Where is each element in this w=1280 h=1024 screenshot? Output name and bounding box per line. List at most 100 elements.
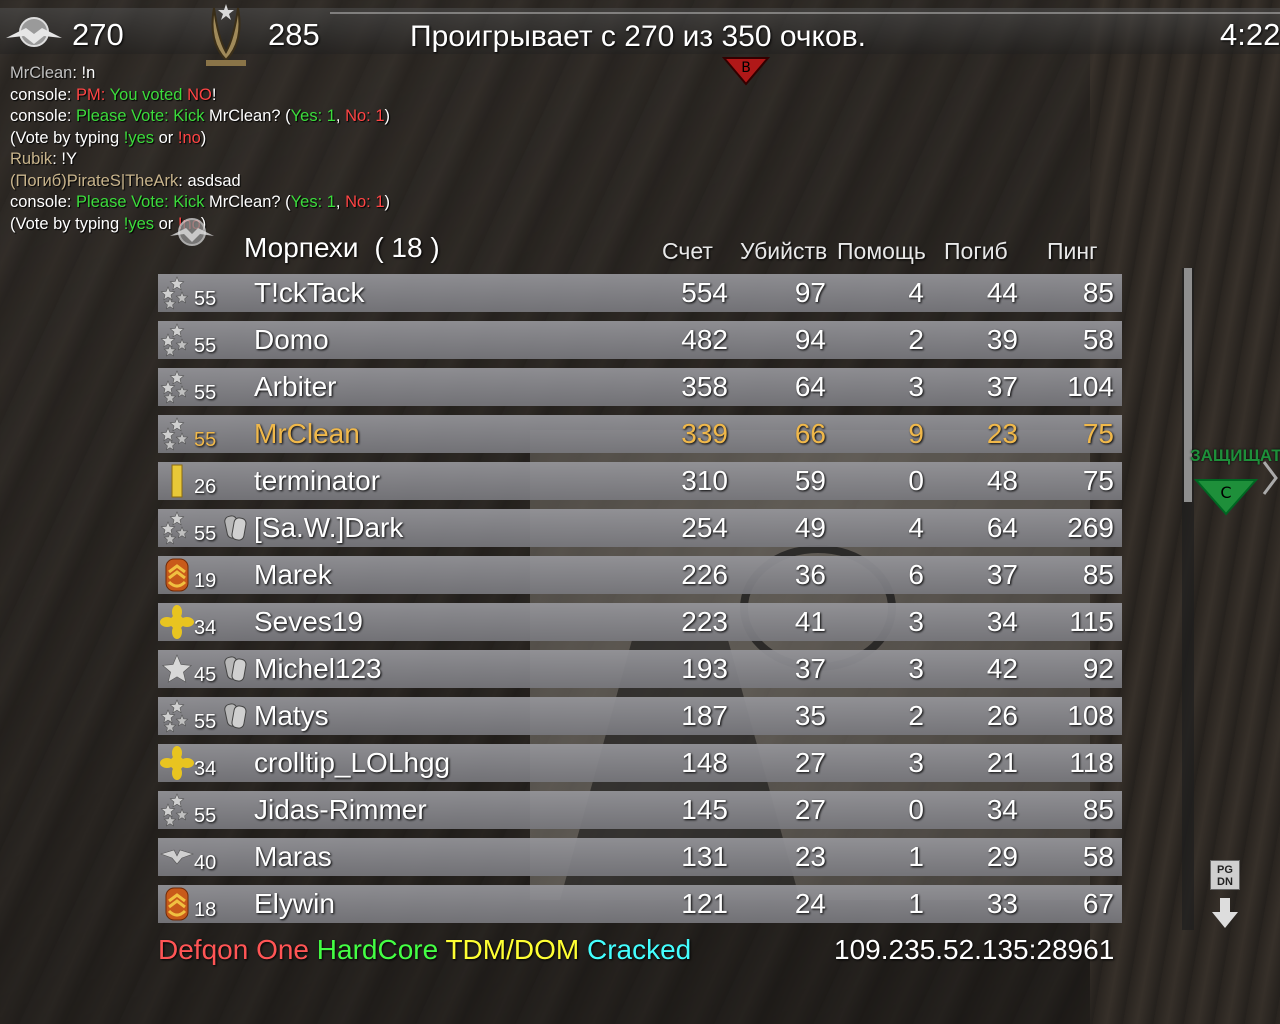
- player-deaths: 42: [986, 653, 1018, 684]
- chat-text: !yes: [123, 214, 155, 233]
- player-score: 193: [681, 653, 728, 684]
- match-status-message: Проигрывает с 270 из 350 очков.: [410, 20, 866, 53]
- player-kills: 94: [794, 324, 826, 355]
- defend-label: ЗАЩИЩАТЬ: [1190, 446, 1280, 465]
- player-kills: 66: [794, 418, 826, 449]
- player-row[interactable]: 55 Domo 482 94 2 39 58: [158, 321, 1122, 359]
- top-score-bar: 270 285 B Проигрывает с 270 из 350 очков…: [0, 0, 1280, 86]
- svg-text:B: B: [741, 60, 751, 76]
- player-score: 121: [681, 888, 728, 919]
- player-deaths: 64: [986, 512, 1018, 543]
- player-ping: 104: [1067, 371, 1114, 402]
- player-kills: 49: [794, 512, 826, 543]
- player-assists: 3: [908, 371, 924, 402]
- player-kills: 59: [794, 465, 826, 496]
- player-ping: 108: [1067, 700, 1114, 731]
- player-row[interactable]: 34 Seves19 223 41 3 34 115: [158, 603, 1122, 641]
- chat-line: Rubik: !Y: [10, 149, 390, 171]
- stars-icon: [160, 370, 189, 404]
- marines-emblem-icon: [170, 218, 214, 246]
- stars-icon: [160, 323, 189, 357]
- server-name-part: Defqon One: [158, 934, 317, 965]
- chat-text: : !Y: [52, 150, 77, 168]
- column-header-assists: Помощь: [837, 238, 926, 264]
- match-timer: 4:22: [1220, 17, 1280, 52]
- player-name: crolltip_LOLhgg: [254, 747, 451, 778]
- player-rank: 55: [194, 335, 217, 357]
- team-name: Морпехи: [244, 232, 359, 263]
- player-row[interactable]: 34 crolltip_LOLhgg 148 27 3 21 118: [158, 744, 1122, 782]
- player-score: 187: [681, 700, 728, 731]
- player-row[interactable]: 55 Arbiter 358 64 3 37 104: [158, 368, 1122, 406]
- player-assists: 9: [908, 418, 924, 449]
- player-ping: 85: [1082, 794, 1114, 825]
- chat-text: !: [211, 85, 217, 104]
- player-assists: 1: [908, 888, 924, 919]
- player-assists: 3: [908, 747, 924, 778]
- chat-text: No: 1: [345, 107, 385, 125]
- oak-leaf-icon: [160, 605, 194, 639]
- player-ping: 58: [1082, 841, 1114, 872]
- server-name: Defqon One HardCore TDM/DOM Cracked: [158, 934, 691, 966]
- player-name: Elywin: [254, 888, 335, 919]
- player-assists: 2: [908, 700, 924, 731]
- player-row[interactable]: 55 T!ckTack 554 97 4 44 85: [158, 274, 1122, 312]
- player-kills: 35: [794, 700, 826, 731]
- player-deaths: 39: [986, 324, 1018, 355]
- player-kills: 27: [794, 794, 826, 825]
- column-header-kills: Убийств: [740, 238, 828, 264]
- player-row[interactable]: 19 Marek 226 36 6 37 85: [158, 556, 1122, 594]
- player-score: 554: [681, 277, 728, 308]
- chat-line: console: Please Vote: Kick MrClean? (Yes…: [10, 106, 390, 128]
- player-row[interactable]: 55 Matys 187 35 2 26 108: [158, 697, 1122, 735]
- player-rank: 34: [194, 758, 217, 780]
- chat-text: : asdsad: [178, 171, 241, 190]
- player-kills: 24: [794, 888, 826, 919]
- player-rank: 34: [194, 617, 217, 639]
- chat-text: console: [10, 85, 67, 104]
- stars-icon: [160, 511, 189, 545]
- player-score: 358: [681, 371, 728, 402]
- player-name: Seves19: [254, 606, 363, 637]
- player-deaths: 48: [986, 465, 1018, 496]
- player-assists: 6: [908, 559, 924, 590]
- player-row[interactable]: 26 terminator 310 59 0 48 75: [158, 462, 1122, 500]
- chevron-icon: [165, 558, 189, 592]
- page-down-button[interactable]: PG DN: [1210, 860, 1240, 890]
- player-kills: 37: [794, 653, 826, 684]
- player-name: Maras: [254, 841, 332, 872]
- player-score: 482: [681, 324, 728, 355]
- player-name: Domo: [254, 324, 329, 355]
- stars-icon: [160, 793, 189, 827]
- player-kills: 23: [794, 841, 826, 872]
- stars-icon: [160, 699, 189, 733]
- team-count: ( 18 ): [374, 232, 440, 263]
- player-row[interactable]: 18 Elywin 121 24 1 33 67: [158, 885, 1122, 923]
- dog-tag-icon: [224, 515, 247, 541]
- oak-leaf-icon: [160, 746, 194, 780]
- player-row[interactable]: 45 Michel123 193 37 3 42 92: [158, 650, 1122, 688]
- enemy-score: 285: [268, 17, 320, 52]
- player-deaths: 37: [986, 371, 1018, 402]
- player-rank: 55: [194, 523, 217, 545]
- player-rank: 55: [194, 429, 217, 451]
- player-rank: 19: [194, 570, 217, 592]
- chat-text: :: [66, 107, 77, 125]
- player-name: [Sa.W.]Dark: [254, 512, 404, 543]
- chat-text: or: [154, 128, 178, 147]
- down-arrow-icon[interactable]: [1210, 896, 1240, 932]
- chat-text: :: [66, 193, 77, 211]
- player-row[interactable]: 55 Jidas-Rimmer 145 27 0 34 85: [158, 791, 1122, 829]
- dog-tag-icon: [224, 703, 247, 729]
- player-row[interactable]: 55 MrClean 339 66 9 23 75: [158, 415, 1122, 453]
- chat-text: :: [100, 85, 110, 104]
- player-row[interactable]: 40 Maras 131 23 1 29 58: [158, 838, 1122, 876]
- chat-text: ): [384, 193, 391, 211]
- player-assists: 0: [908, 465, 924, 496]
- team-score: 270: [72, 17, 124, 52]
- chat-text: PM: [76, 85, 101, 104]
- server-name-part: TDM/DOM: [445, 934, 587, 965]
- player-row[interactable]: 55 [Sa.W.]Dark 254 49 4 64 269: [158, 509, 1122, 547]
- player-deaths: 33: [986, 888, 1018, 919]
- chat-text: !no: [177, 128, 201, 147]
